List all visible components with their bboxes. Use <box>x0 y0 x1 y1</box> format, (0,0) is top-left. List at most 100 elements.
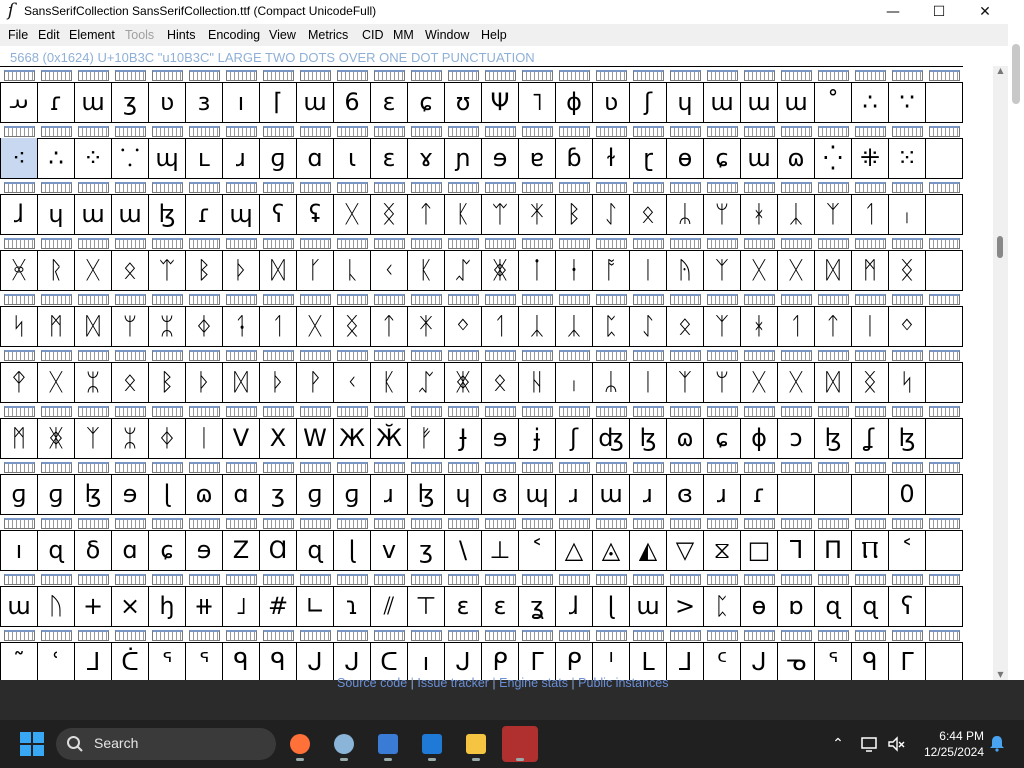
glyph-cell[interactable]: ɡ <box>38 474 74 514</box>
glyph-cell[interactable]: ᛟ <box>112 250 148 290</box>
glyph-grid[interactable]: 𐬀 ɾ ɯ ʒ ʋ ɜ ı ⌈ ɯ 6 ɛ ɕ ʊ Ψ ˥ ɸ ʋ ʃ ɥ ɯ ɯ ɯ ˚ ∴ ∵ ⁖ ∴ ⁘ ⸪ ɰ ʟ ɹ ɡ ɑ ɩ ɛ ɤ ɲ ɘ ɐ… <box>0 66 993 680</box>
glyph-cell[interactable]: ᛏ <box>408 194 444 234</box>
glyph-cell[interactable]: ᛐ <box>260 306 296 346</box>
glyph-cell[interactable]: ɘ <box>186 530 222 570</box>
glyph-cell[interactable]: ⁖ <box>1 138 37 178</box>
glyph-cell[interactable]: ɤ <box>408 138 444 178</box>
glyph-cell[interactable]: ɘ <box>482 418 518 458</box>
glyph-cell[interactable]: ᚷ <box>38 362 74 402</box>
glyph-cell[interactable]: ᛄ <box>186 306 222 346</box>
glyph-cell[interactable]: Ψ <box>482 82 518 122</box>
glyph-cell[interactable]: ᛡ <box>519 194 555 234</box>
glyph-cell[interactable]: ᛁ <box>852 306 888 346</box>
glyph-cell[interactable]: ᚷ <box>741 250 777 290</box>
glyph-cell[interactable]: ʕ <box>260 194 296 234</box>
glyph-cell[interactable]: ʕ <box>889 586 925 626</box>
glyph-cell[interactable]: ᓀ <box>778 642 814 680</box>
glyph-cell[interactable] <box>815 474 851 514</box>
glyph-cell[interactable]: ɔ <box>778 418 814 458</box>
glyph-cell[interactable]: ᛕ <box>408 250 444 290</box>
glyph-cell[interactable]: ᒥ <box>519 642 555 680</box>
glyph-cell[interactable]: ᛳ <box>1 362 37 402</box>
glyph-cell[interactable]: Z <box>223 530 259 570</box>
glyph-cell[interactable]: ɒ <box>778 586 814 626</box>
glyph-cell[interactable]: ɸ <box>556 82 592 122</box>
glyph-cell[interactable]: ɾ <box>38 82 74 122</box>
glyph-cell[interactable]: ɘ <box>112 474 148 514</box>
notification-bell-icon[interactable] <box>988 734 1006 752</box>
menu-file[interactable]: File <box>8 28 28 42</box>
glyph-cell[interactable]: ⸪ <box>112 138 148 178</box>
glyph-cell[interactable]: ɸ <box>741 418 777 458</box>
glyph-cell[interactable]: ᚼ <box>741 306 777 346</box>
glyph-cell[interactable]: ▽ <box>667 530 703 570</box>
glyph-cell[interactable]: ɛ <box>371 138 407 178</box>
glyph-cell[interactable]: ɾ <box>741 474 777 514</box>
glyph-cell[interactable]: ɑ <box>297 138 333 178</box>
start-button[interactable] <box>20 732 44 756</box>
glyph-cell[interactable]: ɮ <box>815 418 851 458</box>
glyph-cell[interactable]: ᑭ <box>556 642 592 680</box>
glyph-cell[interactable]: ʃ <box>556 418 592 458</box>
glyph-cell[interactable]: ᚠ <box>408 418 444 458</box>
glyph-cell[interactable]: ɮ <box>149 194 185 234</box>
menu-hints[interactable]: Hints <box>167 28 195 42</box>
glyph-cell[interactable]: ᛞ <box>260 250 296 290</box>
glyph-cell[interactable]: ᛝ <box>371 194 407 234</box>
glyph-cell[interactable]: ɋ <box>297 530 333 570</box>
glyph-cell[interactable]: ◭ <box>630 530 666 570</box>
taskbar-app-fontforge-app[interactable] <box>502 726 538 762</box>
taskbar-search[interactable]: Search <box>56 728 276 760</box>
glyph-cell[interactable]: ɋ <box>815 586 851 626</box>
glyph-cell[interactable]: ᛟ <box>482 362 518 402</box>
glyph-cell[interactable]: ∴ <box>38 138 74 178</box>
minimize-button[interactable]: — <box>870 0 916 24</box>
glyph-cell[interactable]: ᛞ <box>815 250 851 290</box>
glyph-cell[interactable]: ɉ <box>519 418 555 458</box>
glyph-cell[interactable]: ɡ <box>1 474 37 514</box>
glyph-cell[interactable]: ᛦ <box>667 194 703 234</box>
glyph-cell[interactable]: W <box>297 418 333 458</box>
glyph-cell[interactable]: X <box>260 418 296 458</box>
menu-metrics[interactable]: Metrics <box>308 28 348 42</box>
glyph-cell[interactable]: ʓ <box>519 586 555 626</box>
glyph-cell[interactable] <box>852 474 888 514</box>
glyph-cell[interactable]: ⁙ <box>889 138 925 178</box>
glyph-cell[interactable]: ɽ <box>630 138 666 178</box>
footer-link[interactable]: Public instances <box>578 676 668 690</box>
glyph-cell[interactable]: ᛧ <box>556 362 592 402</box>
glyph-cell[interactable]: ɺ <box>1 194 37 234</box>
glyph-cell[interactable]: ˂ <box>519 530 555 570</box>
glyph-cell[interactable]: ɮ <box>75 474 111 514</box>
glyph-cell[interactable]: ᛤ <box>482 250 518 290</box>
glyph-cell[interactable]: ɑ <box>223 474 259 514</box>
glyph-cell[interactable]: ɾ <box>186 194 222 234</box>
glyph-cell[interactable]: ᛞ <box>223 362 259 402</box>
glyph-cell[interactable]: ɰ <box>149 138 185 178</box>
glyph-cell[interactable]: ᚲ <box>334 362 370 402</box>
glyph-cell[interactable]: ᛞ <box>815 362 851 402</box>
glyph-cell[interactable]: ɕ <box>408 82 444 122</box>
glyph-cell[interactable]: ɹ <box>371 474 407 514</box>
scroll-up-arrow-icon[interactable]: ▲ <box>993 66 1008 76</box>
glyph-cell[interactable]: ɯ <box>778 82 814 122</box>
glyph-cell[interactable]: ᒍ <box>297 642 333 680</box>
glyph-cell[interactable]: ᛟ <box>112 362 148 402</box>
glyph-cell[interactable]: ɋ <box>852 586 888 626</box>
glyph-cell[interactable]: 6 <box>334 82 370 122</box>
glyph-cell[interactable]: ᛐ <box>482 306 518 346</box>
glyph-cell[interactable]: ɑ <box>112 530 148 570</box>
glyph-cell[interactable]: ᛉ <box>704 250 740 290</box>
glyph-cell[interactable]: ʟ <box>186 138 222 178</box>
glyph-cell[interactable]: ⫽ <box>371 586 407 626</box>
glyph-cell[interactable]: ɐ <box>519 138 555 178</box>
glyph-cell[interactable]: ᛋ <box>1 306 37 346</box>
glyph-cell[interactable]: ᚷ <box>297 306 333 346</box>
glyph-cell[interactable]: ⁘ <box>75 138 111 178</box>
glyph-cell[interactable]: ᛝ <box>334 306 370 346</box>
scrollbar-thumb[interactable] <box>997 236 1003 258</box>
glyph-cell[interactable]: □ <box>741 530 777 570</box>
glyph-cell[interactable]: ᛕ <box>445 194 481 234</box>
glyph-cell[interactable]: ʿ <box>38 642 74 680</box>
glyph-cell[interactable]: ᚹ <box>297 362 333 402</box>
